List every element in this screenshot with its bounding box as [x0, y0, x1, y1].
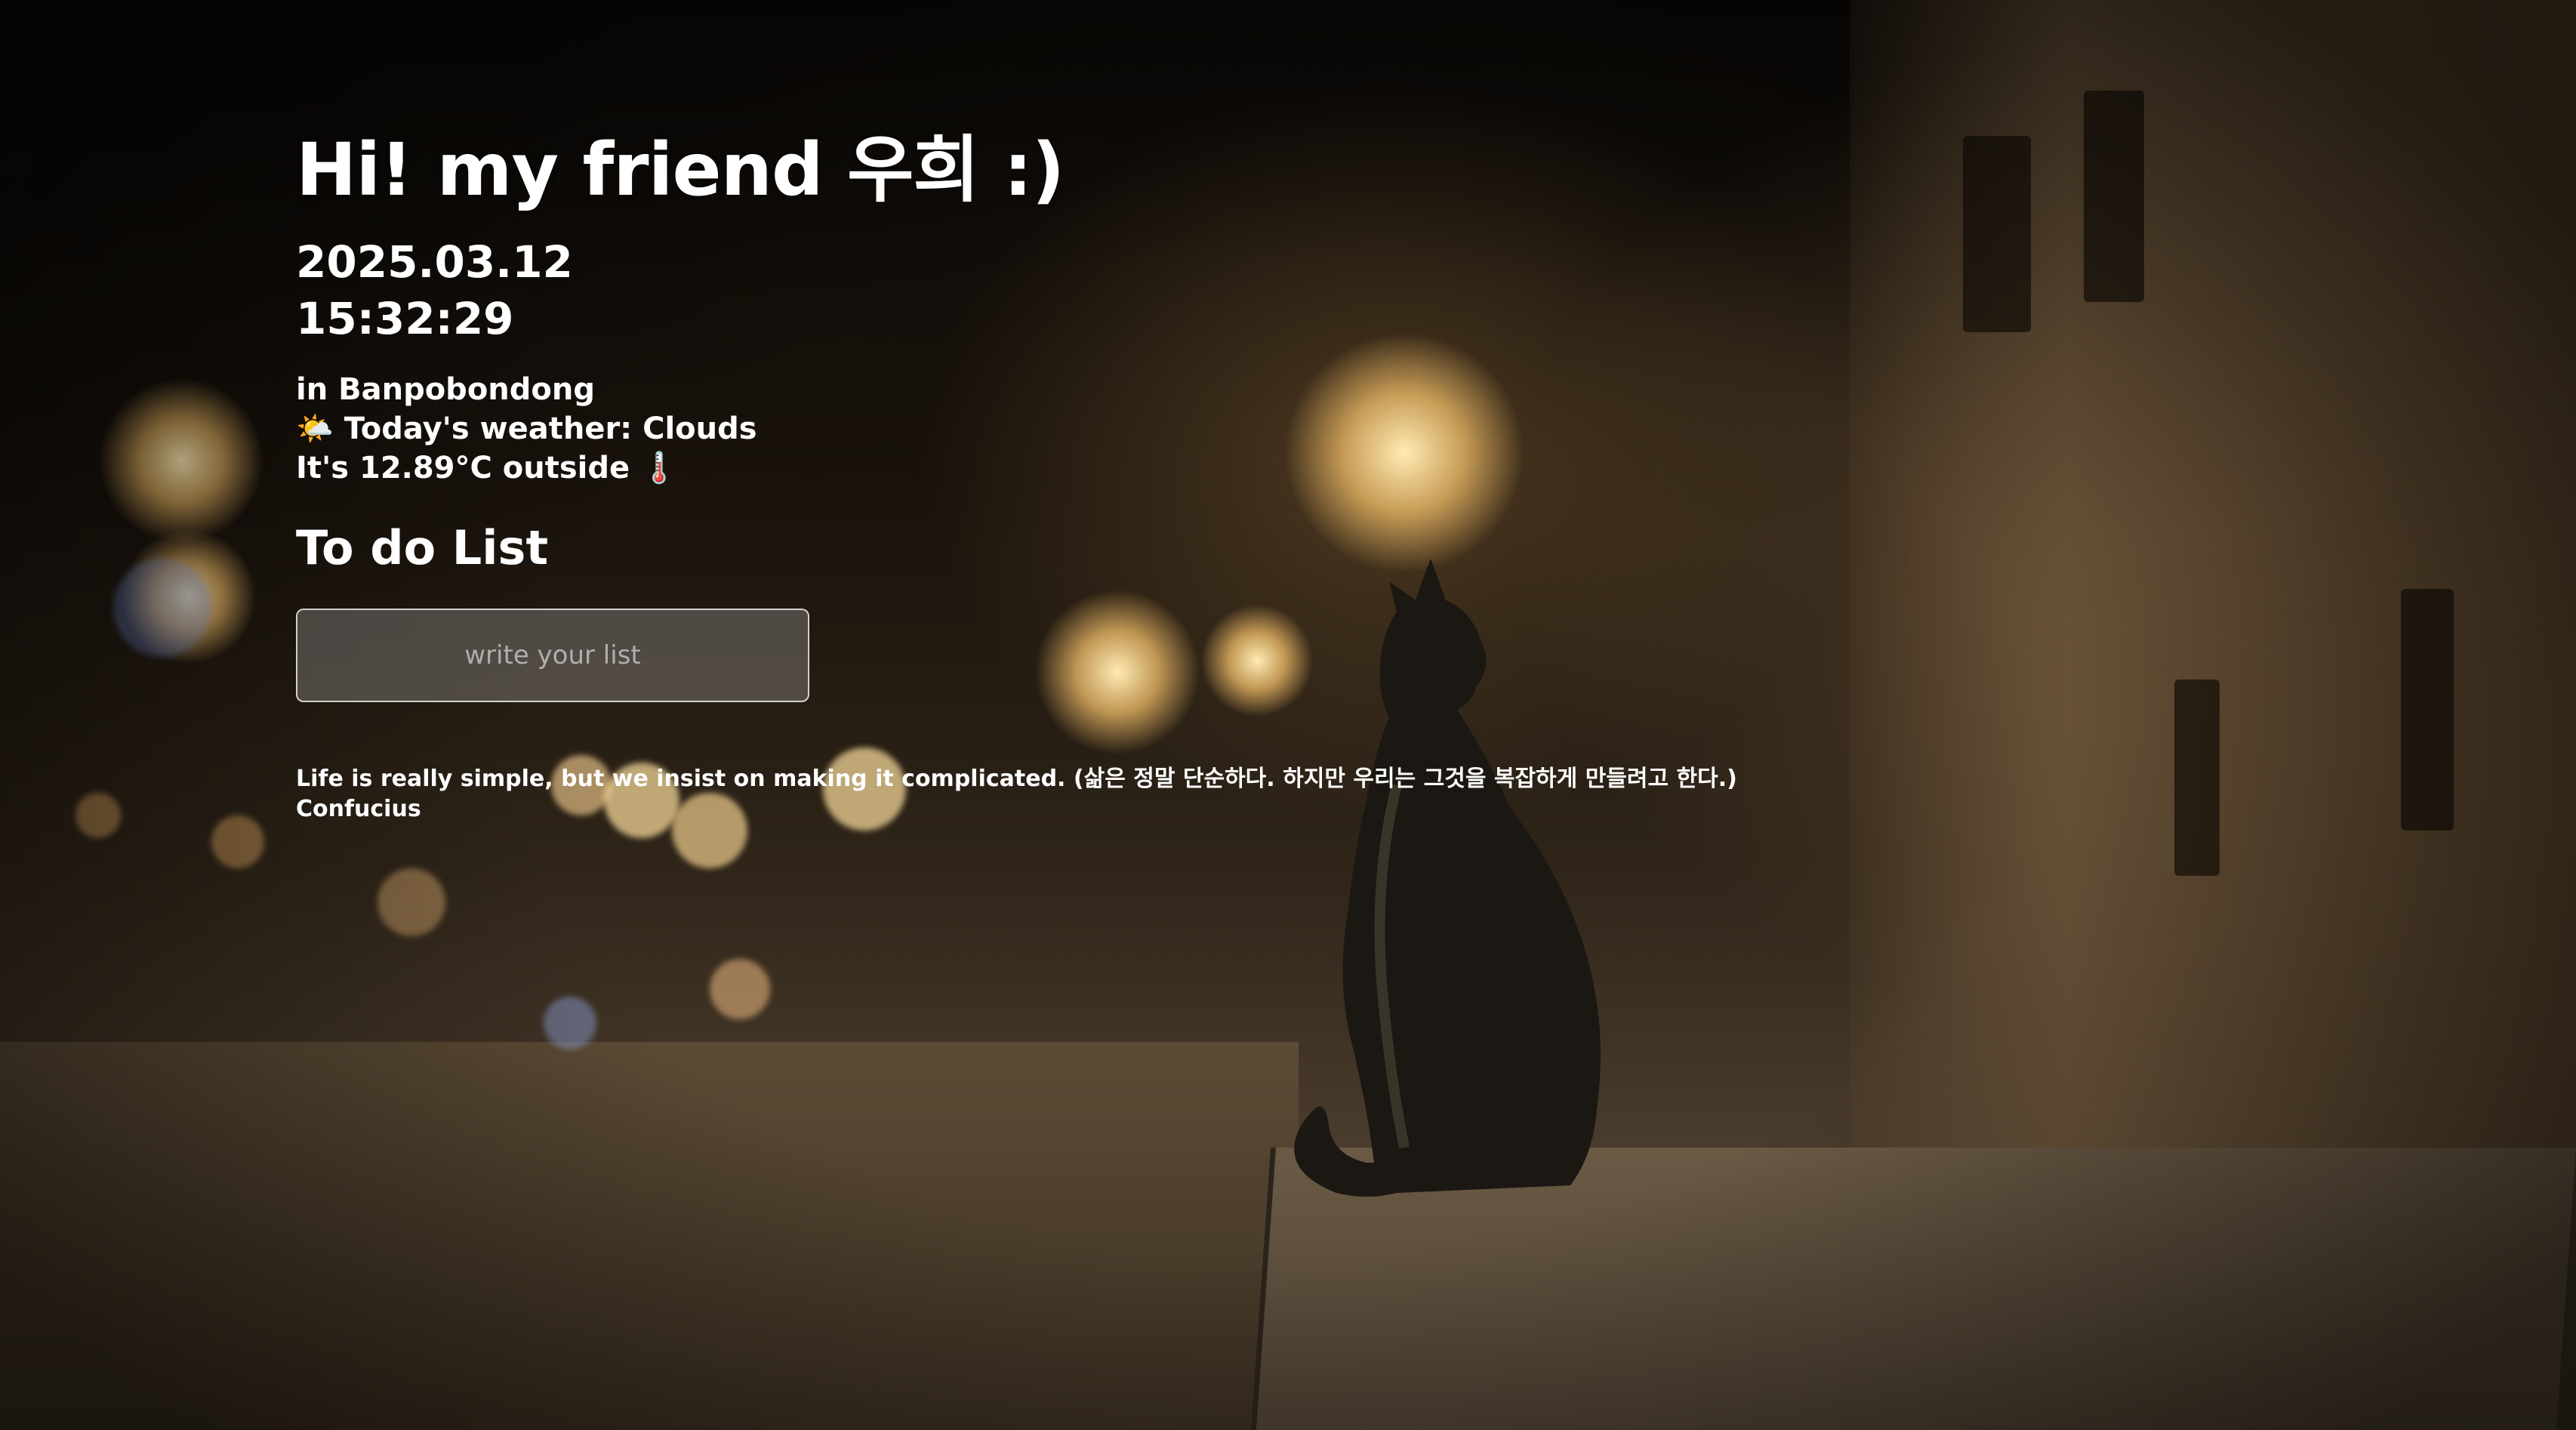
dashboard-content: Hi! my friend 우희 :) 2025.03.12 15:32:29 … [296, 121, 1957, 824]
temperature-line: It's 12.89°C outside 🌡️ [296, 448, 1957, 488]
current-date: 2025.03.12 [296, 236, 573, 288]
current-time: 15:32:29 [296, 293, 514, 344]
greeting-heading: Hi! my friend 우희 :) [296, 121, 1957, 219]
sun-behind-cloud-icon: 🌤️ [296, 411, 334, 446]
location-text: in Banpobondong [296, 372, 595, 407]
temperature-text: It's 12.89°C outside [296, 451, 630, 485]
todo-title: To do List [296, 520, 549, 575]
todo-form [296, 609, 1957, 702]
greeting-suffix: :) [978, 128, 1065, 212]
user-name: 우희 [847, 128, 980, 212]
quote-text: Life is really simple, but we insist on … [296, 766, 1737, 792]
weather-line: 🌤️ Today's weather: Clouds [296, 409, 1957, 448]
weather-panel: in Banpobondong 🌤️ Today's weather: Clou… [296, 370, 1957, 488]
greeting-prefix: Hi! my friend [296, 128, 848, 212]
thermometer-icon: 🌡️ [640, 451, 678, 485]
quote-block: Life is really simple, but we insist on … [296, 764, 1957, 824]
weather-text: Today's weather: Clouds [344, 411, 757, 446]
quote-author: Confucius [296, 796, 421, 822]
todo-input[interactable] [296, 609, 809, 702]
